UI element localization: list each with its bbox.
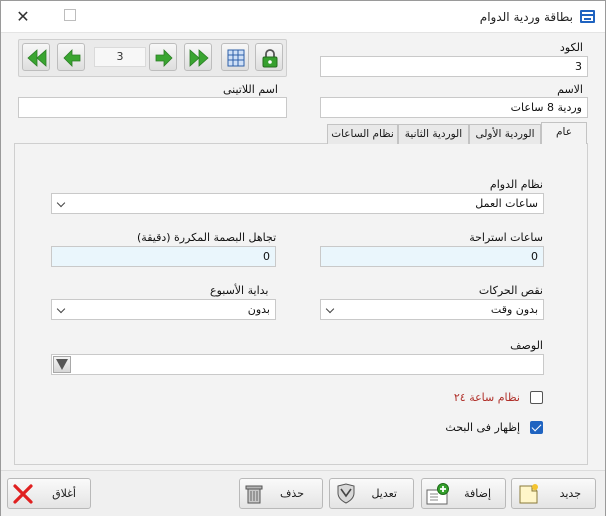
- moves-shortage-value: بدون وقت: [490, 303, 538, 316]
- triangle-down-icon: [56, 359, 68, 370]
- trash-bin-icon: [245, 485, 263, 504]
- shift-system-select[interactable]: ساعات العمل: [51, 193, 544, 214]
- next-record-button[interactable]: [149, 43, 177, 71]
- code-label: الكود: [559, 41, 583, 54]
- week-start-value: بدون: [247, 303, 270, 316]
- title-bar: ✕ بطاقة وردية الدوام: [1, 1, 605, 33]
- lock-button[interactable]: [255, 43, 283, 71]
- close-button-label: أغلاق: [52, 487, 76, 500]
- double-arrow-right-icon: [189, 49, 209, 67]
- add-record-icon: [426, 483, 449, 505]
- window-title: بطاقة وردية الدوام: [479, 10, 573, 24]
- week-start-select[interactable]: بدون: [51, 299, 276, 320]
- close-button[interactable]: أغلاق: [7, 478, 91, 509]
- chevron-down-icon: [56, 198, 66, 208]
- close-window-button[interactable]: ✕: [11, 6, 35, 28]
- record-navigator: 3: [18, 39, 287, 77]
- latin-name-input[interactable]: [18, 97, 287, 118]
- app-window: ✕ بطاقة وردية الدوام 3 الكود 3 الاسم ورد…: [0, 0, 606, 516]
- system24-checkbox[interactable]: [530, 391, 543, 404]
- show-in-search-label: إظهار فى البحث: [445, 421, 520, 434]
- window-card-icon: [580, 10, 595, 23]
- tab-general[interactable]: عام: [541, 122, 587, 144]
- description-label: الوصف: [510, 339, 543, 352]
- ignore-repeat-label: تجاهل البصمة المكررة (دقيقة): [137, 231, 277, 244]
- delete-button-label: حذف: [280, 487, 304, 500]
- grid-view-button[interactable]: [221, 43, 249, 71]
- description-input[interactable]: [51, 354, 544, 375]
- first-record-button[interactable]: [22, 43, 50, 71]
- new-button-label: جديد: [559, 487, 581, 500]
- break-hours-label: ساعات استراحة: [469, 231, 543, 244]
- edit-shield-icon: [337, 483, 355, 504]
- new-button[interactable]: جديد: [511, 478, 596, 509]
- last-record-button[interactable]: [184, 43, 212, 71]
- tab-first-shift[interactable]: الوردية الأولى: [469, 124, 541, 144]
- lock-icon: [262, 49, 278, 68]
- moves-shortage-label: نقص الحركات: [478, 284, 543, 297]
- grid-table-icon: [227, 49, 245, 67]
- show-in-search-checkbox[interactable]: [530, 421, 543, 434]
- new-document-icon: [519, 484, 538, 504]
- edit-button[interactable]: تعديل: [329, 478, 414, 509]
- code-input[interactable]: 3: [320, 56, 588, 77]
- previous-record-button[interactable]: [57, 43, 85, 71]
- red-x-icon: [13, 484, 33, 504]
- add-button-label: إضافة: [464, 487, 491, 500]
- name-label: الاسم: [557, 83, 583, 96]
- tab-second-shift[interactable]: الوردية الثانية: [398, 124, 469, 144]
- add-button[interactable]: إضافة: [421, 478, 506, 509]
- latin-name-label: اسم اللاتينى: [223, 83, 278, 96]
- shift-system-label: نظام الدوام: [489, 178, 543, 191]
- description-dropdown-button[interactable]: [53, 356, 71, 373]
- moves-shortage-select[interactable]: بدون وقت: [320, 299, 544, 320]
- arrow-left-icon: [63, 49, 81, 67]
- ignore-repeat-input[interactable]: 0: [51, 246, 276, 267]
- week-start-label: بداية الأسبوع: [210, 284, 269, 297]
- shift-system-value: ساعات العمل: [475, 197, 538, 210]
- edit-button-label: تعديل: [371, 487, 397, 500]
- break-hours-input[interactable]: 0: [320, 246, 544, 267]
- delete-button[interactable]: حذف: [239, 478, 323, 509]
- arrow-right-icon: [155, 49, 173, 67]
- name-input[interactable]: وردية 8 ساعات: [320, 97, 588, 118]
- chevron-down-icon: [325, 304, 335, 314]
- record-counter: 3: [94, 47, 146, 67]
- maximize-button[interactable]: [64, 9, 76, 21]
- double-arrow-left-icon: [27, 49, 47, 67]
- chevron-down-icon: [56, 304, 66, 314]
- system24-label: نظام ساعة ٢٤: [453, 391, 520, 404]
- tab-hours-system[interactable]: نظام الساعات: [327, 124, 398, 144]
